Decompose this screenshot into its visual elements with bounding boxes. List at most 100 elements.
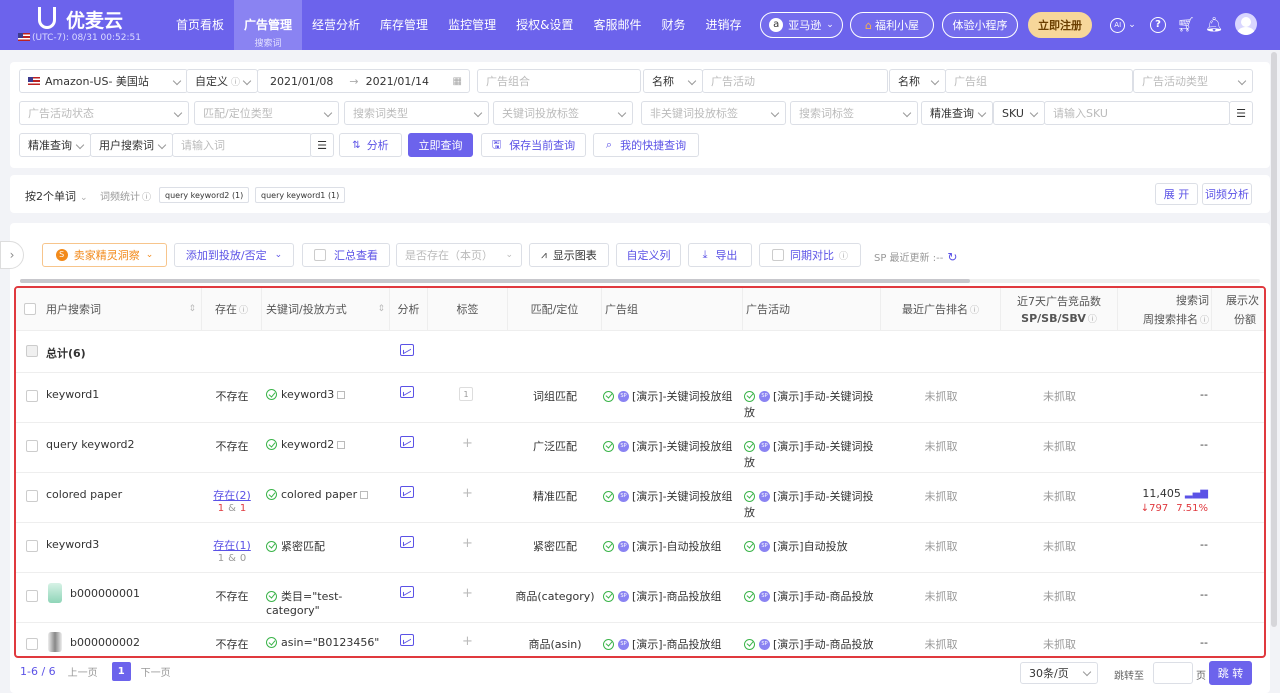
jump-button[interactable]: 跳 转 xyxy=(1209,661,1252,685)
adgroup-cell[interactable]: SP [演示]-自动投放组 xyxy=(603,538,722,554)
tag-count-badge[interactable]: 1 xyxy=(459,387,473,401)
custom-columns-button[interactable]: 自定义列 xyxy=(616,243,681,267)
match-type-select[interactable]: 匹配/定位类型 xyxy=(194,101,339,125)
prev-page-button[interactable]: 上一页 xyxy=(68,664,98,679)
add-to-targeting-button[interactable]: 添加到投放/否定 ⌄ xyxy=(174,243,294,267)
row-checkbox[interactable] xyxy=(26,638,38,650)
miniapp-button[interactable]: 体验小程序 xyxy=(942,12,1018,38)
adgroup-cell[interactable]: SP [演示]-关键词投放组 xyxy=(603,438,733,454)
freq-tag[interactable]: query keyword2 (1) xyxy=(159,187,250,203)
external-link-icon[interactable] xyxy=(337,390,346,399)
summary-checkbox[interactable] xyxy=(314,249,326,261)
campaign-status-select[interactable]: 广告活动状态 xyxy=(19,101,189,125)
nav-item-auth[interactable]: 授权&设置 xyxy=(506,0,583,50)
header-keyword[interactable]: 关键词/投放方式 ⇕ xyxy=(262,288,390,330)
platform-select[interactable]: a 亚马逊 ⌄ xyxy=(760,12,843,38)
row-checkbox[interactable] xyxy=(26,540,38,552)
sku-input[interactable]: 请输入SKU xyxy=(1044,101,1230,125)
campaign-name-type-select[interactable]: 名称 xyxy=(643,69,703,93)
term-input[interactable]: 请输入词 xyxy=(172,133,312,157)
adgroup-cell[interactable]: SP [演示]-商品投放组 xyxy=(603,636,722,652)
page-size-select[interactable]: 30条/页 xyxy=(1020,662,1098,684)
compare-toggle[interactable]: 同期对比 ⓘ xyxy=(759,243,861,267)
exists-filter-select[interactable]: 是否存在（本页） ⌄ xyxy=(396,243,522,267)
help-icon[interactable]: ? xyxy=(1148,15,1168,35)
analyze-button[interactable]: ⇅ 分析 xyxy=(339,133,402,157)
campaign-cell[interactable]: SP [演示]手动-商品投放 xyxy=(744,588,874,604)
register-button[interactable]: 立即注册 xyxy=(1028,12,1092,38)
adgroup-cell[interactable]: SP [演示]-关键词投放组 xyxy=(603,488,733,504)
exists-link[interactable]: 存在(1) xyxy=(202,537,262,553)
page-number-active[interactable]: 1 xyxy=(111,662,131,681)
product-thumbnail[interactable] xyxy=(48,632,62,652)
goto-page-input[interactable] xyxy=(1153,662,1193,684)
analysis-chart-icon[interactable] xyxy=(400,436,414,448)
row-checkbox[interactable] xyxy=(26,390,38,402)
keyword-tag-select[interactable]: 关键词投放标签 xyxy=(493,101,633,125)
freq-analysis-button[interactable]: 词频分析 xyxy=(1202,183,1252,205)
campaign-cell[interactable]: SP [演示]手动-商品投放 xyxy=(744,636,874,652)
bell-icon[interactable]: 🔔︎ xyxy=(1204,15,1224,35)
sku-field-select[interactable]: SKU xyxy=(993,101,1045,125)
row-checkbox[interactable] xyxy=(26,490,38,502)
analysis-chart-icon[interactable] xyxy=(400,586,414,598)
row-checkbox[interactable] xyxy=(26,590,38,602)
cart-icon[interactable]: 🛒︎ xyxy=(1176,15,1196,35)
expand-button[interactable]: 展 开 xyxy=(1155,183,1198,205)
external-link-icon[interactable] xyxy=(360,490,369,499)
search-type-select[interactable]: 搜索词类型 xyxy=(344,101,489,125)
campaign-type-select[interactable]: 广告活动类型 xyxy=(1133,69,1253,93)
nav-item-inventory[interactable]: 库存管理 xyxy=(370,0,438,50)
next-page-button[interactable]: 下一页 xyxy=(141,664,171,679)
freq-tag[interactable]: query keyword1 (1) xyxy=(255,187,346,203)
vertical-scrollbar[interactable] xyxy=(1271,52,1277,627)
nav-item-email[interactable]: 客服邮件 xyxy=(583,0,651,50)
portfolio-input[interactable]: 广告组合 xyxy=(477,69,641,93)
product-thumbnail[interactable] xyxy=(48,583,62,603)
analysis-chart-icon[interactable] xyxy=(400,536,414,548)
exists-link[interactable]: 存在(2) xyxy=(202,487,262,503)
search-term-tag-select[interactable]: 搜索词标签 xyxy=(790,101,918,125)
select-all-checkbox[interactable] xyxy=(24,303,36,315)
add-tag-icon[interactable]: + xyxy=(462,586,473,601)
campaign-cell[interactable]: SP [演示]自动投放 xyxy=(744,538,848,554)
add-tag-icon[interactable]: + xyxy=(462,536,473,551)
save-query-button[interactable]: 🖫︎ 保存当前查询 xyxy=(481,133,586,157)
date-range-picker[interactable]: 2021/01/08 → 2021/01/14 ▦ xyxy=(257,69,470,93)
trend-chart-icon[interactable]: ▂▄▆ xyxy=(1185,488,1208,499)
campaign-input[interactable]: 广告活动 xyxy=(702,69,888,93)
term-batch-button[interactable]: ☰ xyxy=(310,133,334,157)
non-keyword-tag-select[interactable]: 非关键词投放标签 xyxy=(641,101,786,125)
export-button[interactable]: ⤓ 导出 xyxy=(688,243,752,267)
analysis-chart-icon[interactable] xyxy=(400,634,414,646)
add-tag-icon[interactable]: + xyxy=(462,486,473,501)
row-checkbox[interactable] xyxy=(26,440,38,452)
quick-query-button[interactable]: ⌕ 我的快捷查询 xyxy=(593,133,699,157)
analysis-chart-icon[interactable] xyxy=(400,344,414,356)
row-checkbox[interactable] xyxy=(26,345,38,357)
term-mode-select[interactable]: 精准查询 xyxy=(19,133,91,157)
adgroup-input[interactable]: 广告组 xyxy=(945,69,1133,93)
add-tag-icon[interactable]: + xyxy=(462,634,473,649)
adgroup-cell[interactable]: SP [演示]-商品投放组 xyxy=(603,588,722,604)
campaign-cell[interactable]: SP [演示]手动-关键词投 xyxy=(744,438,874,454)
nav-item-finance[interactable]: 财务 xyxy=(651,0,695,50)
compare-checkbox[interactable] xyxy=(771,249,784,261)
campaign-cell[interactable]: SP [演示]手动-关键词投 xyxy=(744,388,874,404)
external-link-icon[interactable] xyxy=(337,440,346,449)
welfare-button[interactable]: ⌂ 福利小屋 xyxy=(850,12,934,38)
adgroup-name-type-select[interactable]: 名称 xyxy=(889,69,946,93)
refresh-icon[interactable]: ↻ xyxy=(947,250,957,264)
insight-button[interactable]: S 卖家精灵洞察 ⌄ xyxy=(42,243,167,267)
analysis-chart-icon[interactable] xyxy=(400,386,414,398)
horizontal-scrollbar[interactable] xyxy=(20,279,1260,283)
nav-item-monitor[interactable]: 监控管理 xyxy=(438,0,506,50)
split-select[interactable]: 按2个单词 ⌄ xyxy=(25,188,88,204)
ai-icon[interactable]: AI ⌄ xyxy=(1106,15,1140,35)
summary-toggle[interactable]: 汇总查看 xyxy=(302,243,390,267)
nav-item-ads[interactable]: 广告管理 搜索词 xyxy=(234,0,303,50)
sku-batch-button[interactable]: ☰ xyxy=(1229,101,1253,125)
nav-item-analysis[interactable]: 经营分析 xyxy=(302,0,370,50)
adgroup-cell[interactable]: SP [演示]-关键词投放组 xyxy=(603,388,733,404)
add-tag-icon[interactable]: + xyxy=(462,436,473,451)
